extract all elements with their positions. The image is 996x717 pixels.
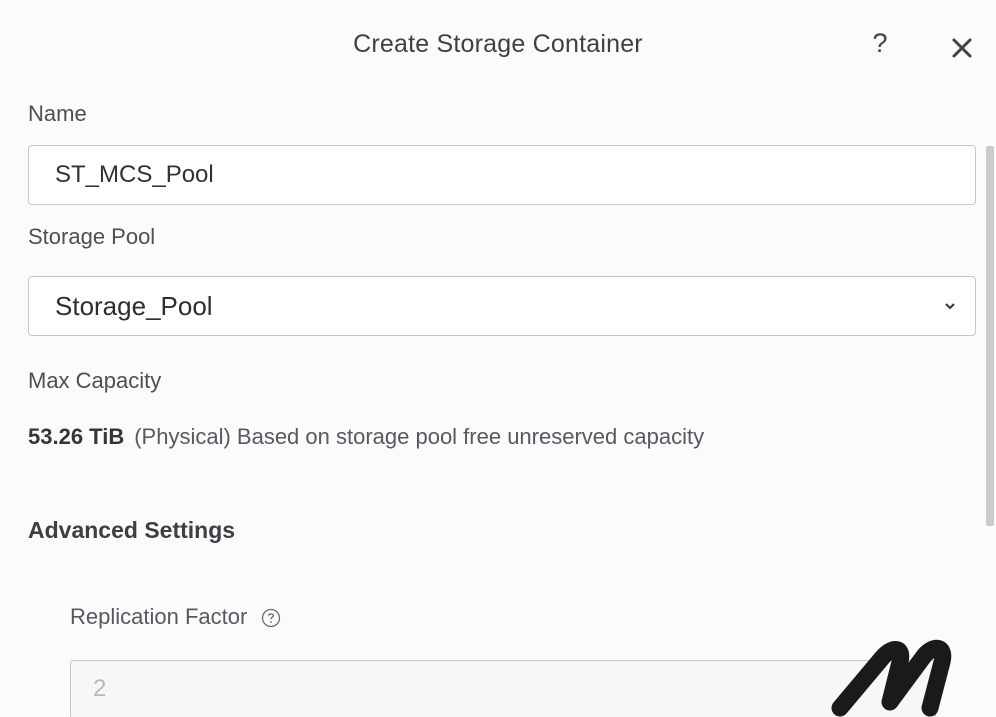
replication-factor-value: 2 — [93, 675, 107, 702]
max-capacity-amount: 53.26 TiB — [28, 424, 125, 449]
create-storage-container-dialog: Create Storage Container ? Name ST_MCS_P… — [0, 0, 996, 717]
dialog-header: Create Storage Container ? — [0, 0, 996, 92]
max-capacity-note: (Physical) Based on storage pool free un… — [134, 424, 705, 449]
storage-pool-value: Storage_Pool — [55, 291, 213, 321]
name-label: Name — [28, 101, 87, 126]
replication-factor-label-row: Replication Factor — [70, 604, 281, 630]
replication-factor-label: Replication Factor — [70, 604, 248, 629]
chevron-down-icon — [945, 303, 955, 310]
replication-factor-field[interactable]: 2 — [70, 660, 936, 717]
storage-pool-select[interactable]: Storage_Pool — [28, 276, 976, 336]
advanced-settings-title: Advanced Settings — [28, 517, 236, 543]
close-icon — [952, 38, 972, 58]
storage-pool-label: Storage Pool — [28, 224, 156, 249]
help-button[interactable]: ? — [868, 28, 892, 59]
max-capacity-label: Max Capacity — [28, 368, 162, 393]
name-field[interactable]: ST_MCS_Pool — [28, 145, 976, 205]
max-capacity-info: 53.26 TiB (Physical) Based on storage poo… — [28, 424, 704, 450]
scrollbar[interactable] — [986, 146, 994, 526]
close-button[interactable] — [950, 36, 974, 60]
dialog-title: Create Storage Container — [353, 30, 643, 58]
name-value: ST_MCS_Pool — [55, 161, 214, 188]
info-icon[interactable] — [261, 608, 281, 628]
